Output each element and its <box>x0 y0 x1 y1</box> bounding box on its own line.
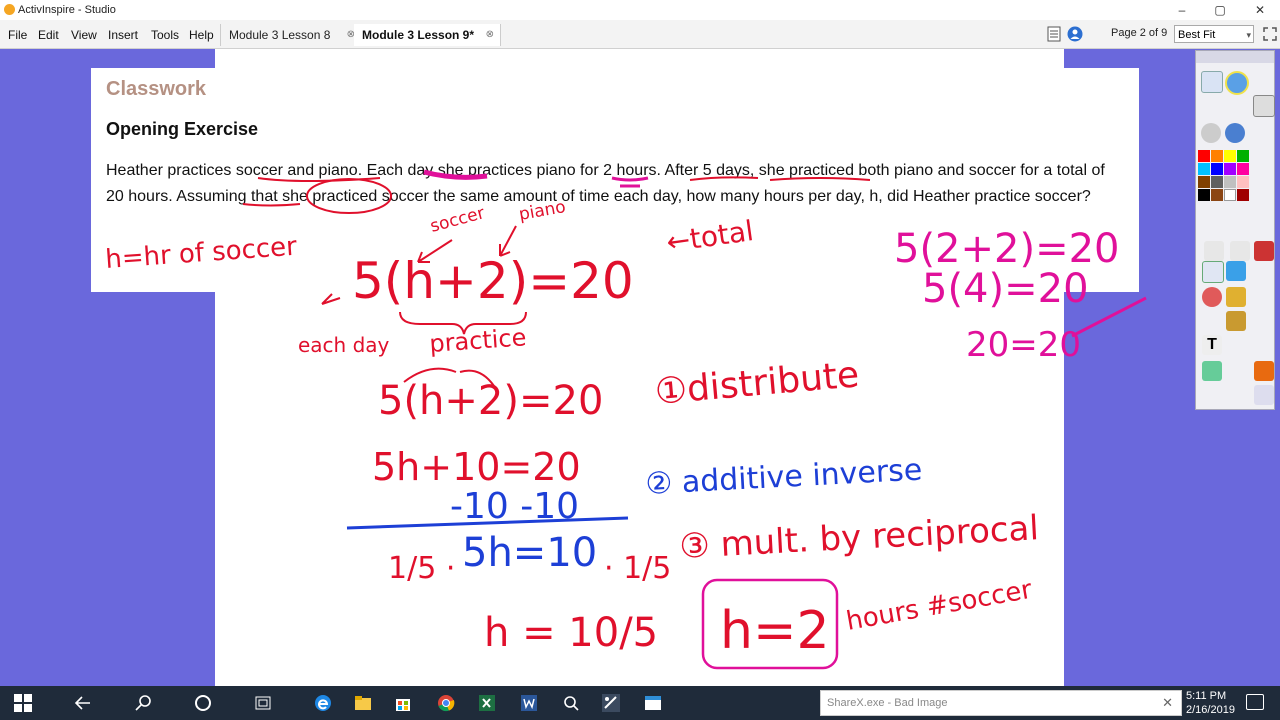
close-icon[interactable]: ✕ <box>1162 695 1173 711</box>
fill-icon[interactable] <box>1226 287 1246 307</box>
annotation-h-definition: h=hr of soccer <box>104 232 298 275</box>
clock-date: 2/16/2019 <box>1186 704 1235 716</box>
color-purple-swatch[interactable] <box>1224 163 1236 175</box>
color-cyan-swatch[interactable] <box>1198 163 1210 175</box>
floating-toolbox: T <box>1195 50 1275 410</box>
step-1-label: ①distribute <box>653 354 861 413</box>
color-peach-swatch[interactable] <box>1237 176 1249 188</box>
main-menu-icon[interactable] <box>1201 71 1223 93</box>
system-clock[interactable]: 5:11 PM 2/16/2019 <box>1186 689 1235 717</box>
color-orange-swatch[interactable] <box>1211 150 1223 162</box>
globe-icon[interactable] <box>1225 123 1245 143</box>
ink-annotations: h=hr of soccer soccer piano 5(h+2)=20 ←t… <box>104 169 1147 670</box>
color-white-swatch[interactable] <box>1224 189 1236 201</box>
highlighter-icon[interactable] <box>1226 261 1246 281</box>
text-icon[interactable]: T <box>1202 335 1222 355</box>
equation-6: h = 10/5 <box>484 610 658 656</box>
search-app-icon[interactable] <box>562 694 580 712</box>
back-icon[interactable] <box>74 694 92 712</box>
word-icon[interactable] <box>520 694 538 712</box>
color-yellow-swatch[interactable] <box>1224 150 1236 162</box>
delete-icon[interactable] <box>1254 361 1274 381</box>
color-lightgray-swatch[interactable] <box>1224 176 1236 188</box>
page-icon[interactable] <box>1253 95 1275 117</box>
annotation-each-day: each day <box>298 333 390 357</box>
equation-1: 5(h+2)=20 <box>352 252 634 310</box>
color-darkbrown-swatch[interactable] <box>1211 189 1223 201</box>
marquee-icon[interactable] <box>1230 241 1250 261</box>
color-black-swatch[interactable] <box>1198 189 1210 201</box>
color-pink-swatch[interactable] <box>1237 163 1249 175</box>
pen-icon[interactable] <box>1202 261 1224 283</box>
notification-text: ShareX.exe - Bad Image <box>827 697 948 709</box>
task-view-icon[interactable] <box>254 694 272 712</box>
color-darkred-swatch[interactable] <box>1237 189 1249 201</box>
color-brown-swatch[interactable] <box>1198 176 1210 188</box>
answer-unit: hours #soccer <box>844 575 1035 637</box>
activinspire-icon[interactable] <box>602 694 620 712</box>
window-app-icon[interactable] <box>644 694 662 712</box>
action-center-icon[interactable] <box>1246 694 1264 710</box>
cortana-icon[interactable] <box>194 694 212 712</box>
color-gray-swatch[interactable] <box>1211 176 1223 188</box>
chrome-icon[interactable] <box>437 694 455 712</box>
edge-icon[interactable] <box>314 694 332 712</box>
camera-icon[interactable] <box>1226 311 1246 331</box>
color-blue-swatch[interactable] <box>1211 163 1223 175</box>
check-equation-2: 5(4)=20 <box>922 266 1089 312</box>
annotation-total: ←total <box>664 214 755 259</box>
annotation-soccer: soccer <box>428 203 487 237</box>
equation-2: 5(h+2)=20 <box>378 378 603 424</box>
select-icon[interactable] <box>1204 241 1224 261</box>
search-icon[interactable] <box>134 694 152 712</box>
answer-equation: h=2 <box>720 601 830 661</box>
clipboard-icon[interactable] <box>1254 385 1274 405</box>
step-2-label: ② additive inverse <box>645 453 924 502</box>
color-red-swatch[interactable] <box>1198 150 1210 162</box>
annotation-piano: piano <box>517 197 567 225</box>
eraser-icon[interactable] <box>1202 287 1222 307</box>
notification-toast[interactable]: ShareX.exe - Bad Image ✕ <box>820 690 1182 716</box>
equation-3: 5h+10=20 <box>372 445 581 489</box>
highlight-icon[interactable] <box>1254 241 1274 261</box>
toolbox-header[interactable] <box>1196 51 1274 63</box>
browser-icon[interactable] <box>1225 71 1249 95</box>
excel-icon[interactable] <box>478 694 496 712</box>
store-icon[interactable] <box>394 694 412 712</box>
color-green-swatch[interactable] <box>1237 150 1249 162</box>
play-icon[interactable] <box>1201 123 1221 143</box>
file-explorer-icon[interactable] <box>354 694 372 712</box>
annotation-practice: practice <box>428 323 527 358</box>
check-equation-3: 20=20 <box>966 325 1081 365</box>
equation-5-left-factor: 1/5 · <box>388 551 455 586</box>
windows-start-icon[interactable] <box>14 694 32 712</box>
timer-icon[interactable] <box>1202 361 1222 381</box>
clock-time: 5:11 PM <box>1186 690 1227 702</box>
equation-5: 5h=10 <box>462 530 597 576</box>
step-3-label: ③ mult. by reciprocal <box>678 508 1039 567</box>
equation-5-right-factor: · 1/5 <box>604 551 671 586</box>
